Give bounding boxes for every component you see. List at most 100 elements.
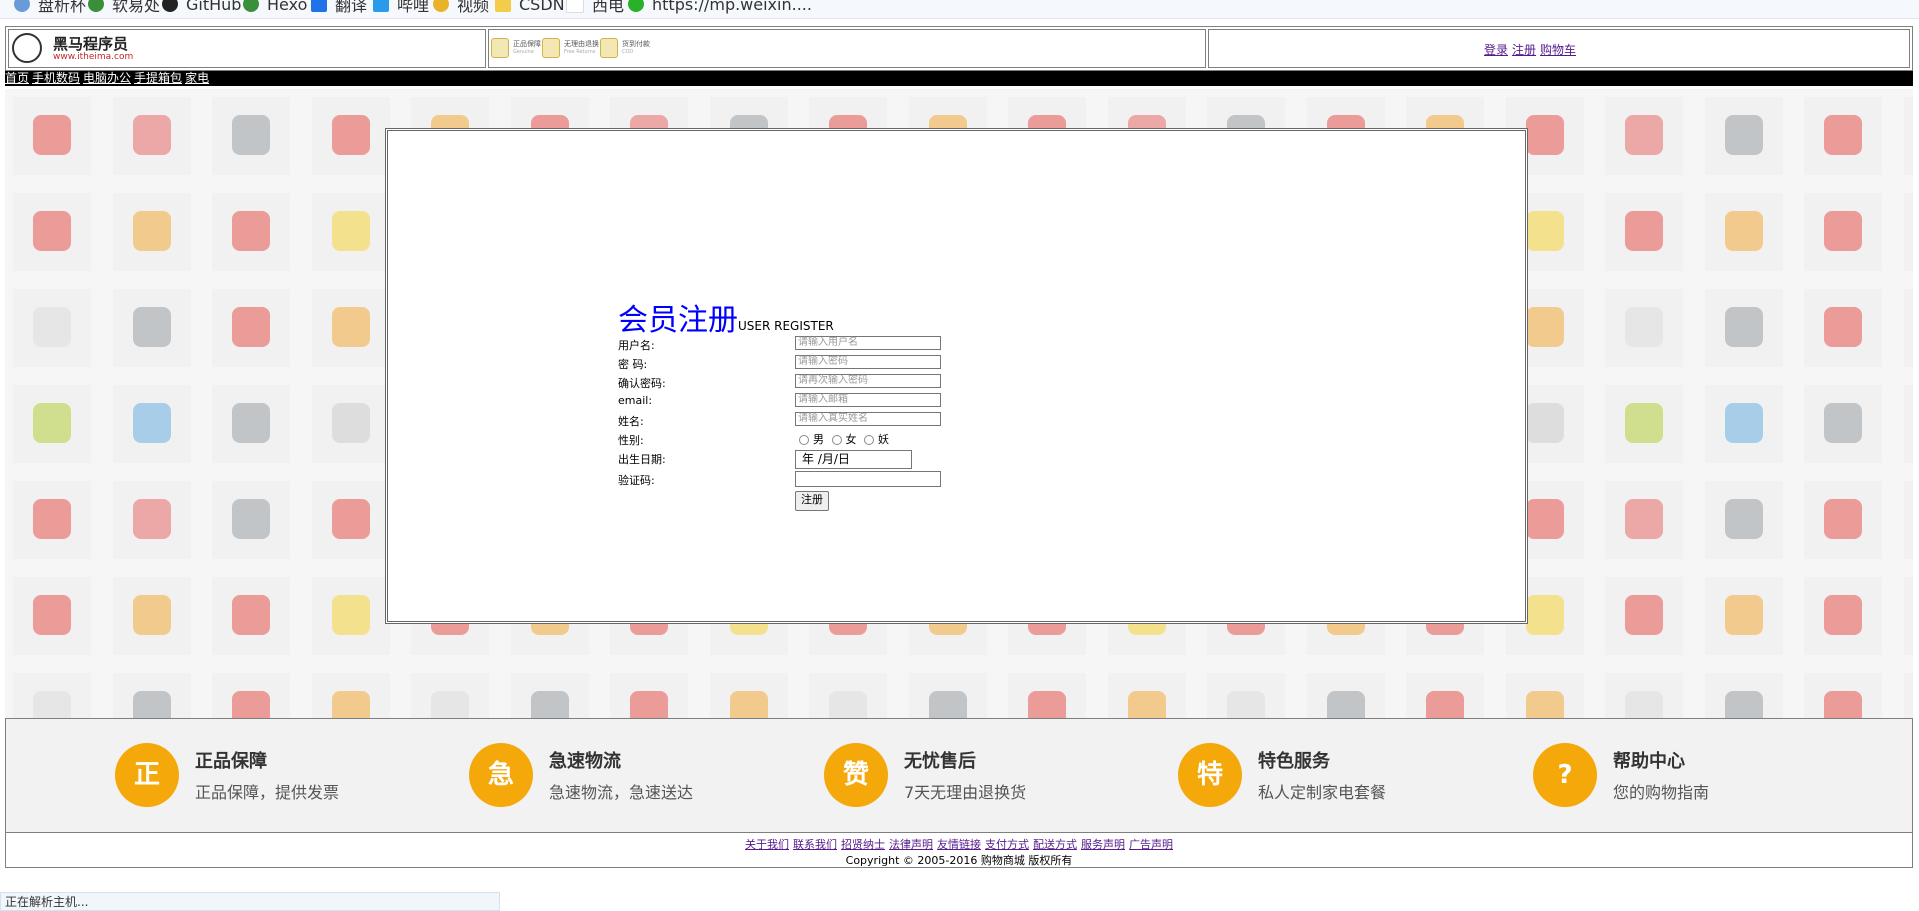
footer-link-delivery[interactable]: 配送方式 — [1033, 838, 1077, 851]
username-input[interactable]: 请输入用户名 — [795, 336, 941, 350]
wechat-icon — [628, 0, 644, 12]
pattern-shape — [1127, 691, 1166, 718]
bookmark-0[interactable]: 盘析杯 — [14, 0, 86, 15]
box-icon — [600, 38, 618, 58]
pattern-shape — [132, 595, 171, 635]
pattern-shape — [1326, 691, 1365, 718]
pattern-tile — [1605, 289, 1683, 367]
pattern-tile — [112, 289, 191, 367]
pattern-tile — [1903, 97, 1913, 175]
bookmark-5[interactable]: 哔哩 — [373, 0, 429, 15]
pattern-shape — [1525, 115, 1564, 155]
cart-link[interactable]: 购物车 — [1540, 43, 1576, 57]
footer-link-payment[interactable]: 支付方式 — [985, 838, 1029, 851]
folder-icon — [495, 0, 511, 12]
pattern-shape — [729, 691, 768, 718]
thumbs-up-icon: 赞 — [824, 743, 888, 807]
gender-radio-other[interactable] — [864, 435, 874, 445]
pattern-tile — [1804, 193, 1882, 271]
bookmark-2[interactable]: GitHub — [162, 0, 241, 14]
pattern-shape — [331, 115, 370, 155]
bilibili-icon — [373, 0, 389, 12]
pattern-shape — [232, 595, 270, 635]
help-icon: ? — [1533, 743, 1597, 807]
nav-item-appliances[interactable]: 家电 — [185, 71, 209, 85]
pattern-shape — [1625, 499, 1663, 539]
pattern-shape — [1426, 691, 1464, 718]
footer-link-jobs[interactable]: 招贤纳士 — [841, 838, 885, 851]
pattern-tile — [1804, 481, 1882, 559]
nav-item-computers[interactable]: 电脑办公 — [83, 71, 131, 85]
pattern-shape — [829, 691, 867, 718]
pattern-tile — [1704, 481, 1783, 559]
pattern-tile — [908, 673, 987, 718]
footer-link-ads[interactable]: 广告声明 — [1129, 838, 1173, 851]
header: 黑马程序员 www.itheima.com 正品保障 Genuine 无理由退换 F… — [5, 26, 1913, 71]
footer-link-about[interactable]: 关于我们 — [745, 838, 789, 851]
pattern-shape — [132, 691, 171, 718]
gender-radio-male[interactable] — [799, 435, 809, 445]
pattern-shape — [1724, 307, 1763, 347]
bookmark-8[interactable]: 西电 — [566, 0, 624, 15]
footer-link-friends[interactable]: 友情链接 — [937, 838, 981, 851]
login-link[interactable]: 登录 — [1484, 43, 1508, 57]
pattern-tile — [1903, 577, 1913, 655]
pattern-tile — [1505, 673, 1584, 718]
pattern-tile — [1704, 97, 1783, 175]
email-input[interactable]: 请输入邮箱 — [795, 393, 941, 407]
password-input[interactable]: 请输入密码 — [795, 355, 941, 369]
pattern-shape — [1525, 307, 1564, 347]
pattern-tile — [1804, 577, 1882, 655]
service-genuine: 正正品保障 正品保障，提供发票 — [115, 743, 415, 813]
bookmark-3[interactable]: Hexo — [243, 0, 307, 14]
bookmark-9[interactable]: https://mp.weixin.... — [628, 0, 812, 14]
pattern-tile — [1903, 385, 1913, 463]
gender-radio-female[interactable] — [831, 435, 842, 445]
pattern-tile — [1804, 673, 1882, 718]
pattern-tile — [1903, 289, 1913, 367]
pattern-tile — [112, 193, 191, 271]
pattern-shape — [1625, 115, 1663, 155]
pattern-shape — [331, 211, 370, 251]
form-heading: 会员注册USER REGISTER — [618, 295, 834, 339]
pattern-tile — [311, 577, 390, 655]
pattern-tile — [1605, 193, 1683, 271]
pattern-shape — [331, 307, 370, 347]
feature-genuine: 正品保障 Genuine — [491, 38, 541, 58]
pattern-tile — [1903, 673, 1913, 718]
nav-item-home[interactable]: 首页 — [5, 71, 29, 85]
pattern-shape — [132, 211, 171, 251]
feature-returns: 无理由退换 Free Returns — [542, 38, 599, 58]
pattern-shape — [232, 115, 270, 155]
pattern-tile — [1804, 97, 1882, 175]
bookmark-6[interactable]: 视频 — [433, 0, 489, 15]
register-link[interactable]: 注册 — [1512, 43, 1536, 57]
pattern-tile — [1107, 673, 1186, 718]
bookmark-7[interactable]: CSDN — [495, 0, 565, 14]
pattern-shape — [331, 499, 370, 539]
pattern-shape — [232, 403, 270, 443]
pattern-shape — [1824, 403, 1862, 443]
pattern-shape — [1824, 691, 1862, 718]
nav-item-phones[interactable]: 手机数码 — [32, 71, 80, 85]
birthdate-input[interactable]: 年 /月/日 — [795, 450, 912, 469]
pattern-shape — [1724, 403, 1763, 443]
pattern-shape — [33, 307, 71, 347]
gender-group: 男 女 妖 — [795, 431, 889, 447]
pattern-shape — [1824, 307, 1862, 347]
realname-input[interactable]: 请输入真实姓名 — [795, 412, 941, 426]
pattern-shape — [1724, 499, 1763, 539]
captcha-input[interactable] — [795, 471, 941, 487]
pattern-tile — [1804, 385, 1882, 463]
pattern-shape — [232, 211, 270, 251]
nav-item-bags[interactable]: 手提箱包 — [134, 71, 182, 85]
register-submit-button[interactable]: 注册 — [795, 491, 829, 511]
confirm-password-input[interactable]: 请再次输入密码 — [795, 374, 941, 388]
footer-link-legal[interactable]: 法律声明 — [889, 838, 933, 851]
footer-link-contact[interactable]: 联系我们 — [793, 838, 837, 851]
bookmark-1[interactable]: 软易处 — [88, 0, 160, 15]
bookmark-4[interactable]: 翻译 — [311, 0, 367, 15]
pattern-tile — [1804, 289, 1882, 367]
copyright: Copyright © 2005-2016 购物商城 版权所有 — [845, 854, 1073, 867]
footer-link-service[interactable]: 服务声明 — [1081, 838, 1125, 851]
